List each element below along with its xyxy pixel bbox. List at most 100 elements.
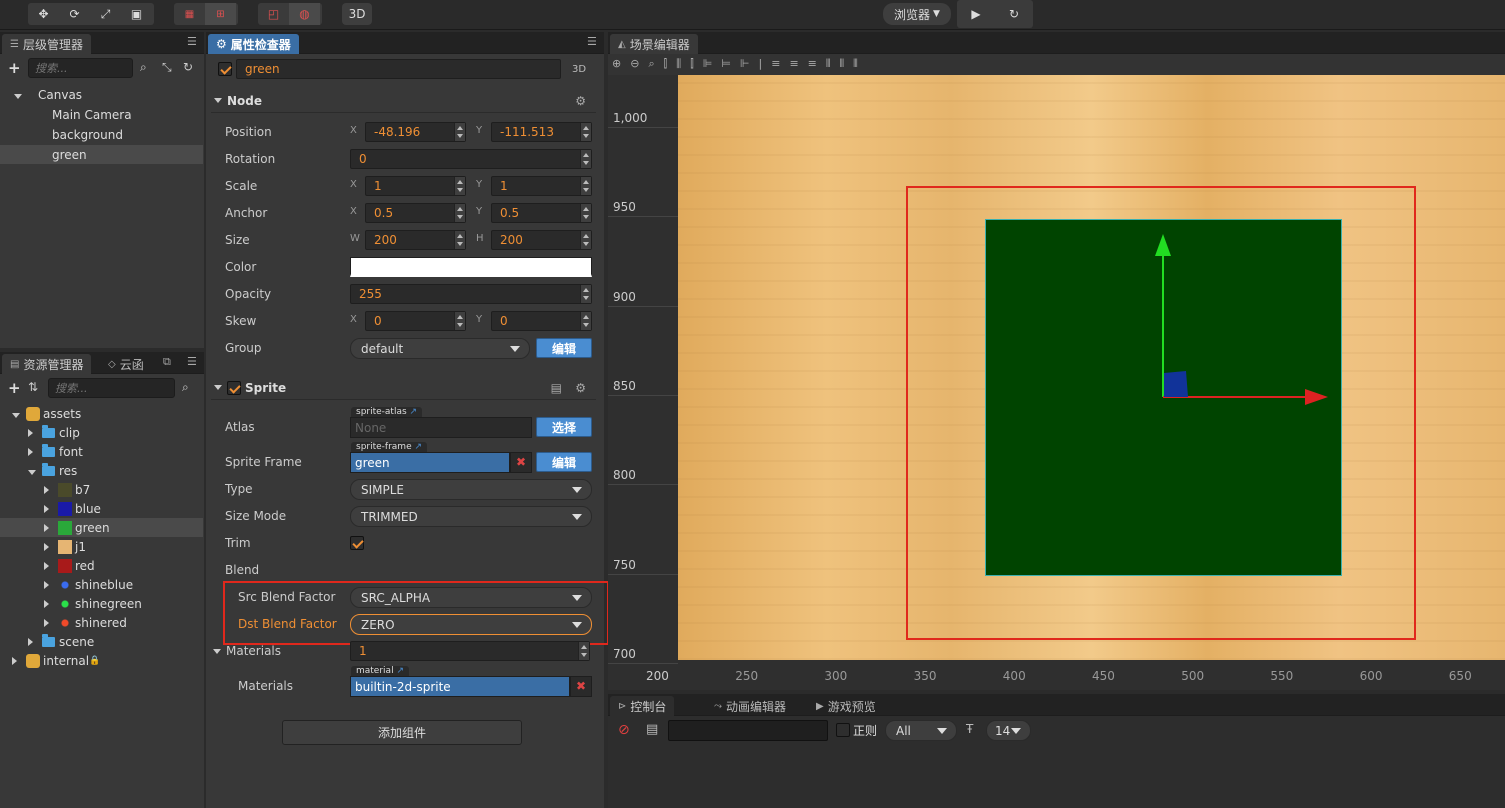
distribute-hcenter-icon[interactable]: ⫴ bbox=[840, 57, 845, 71]
menu-icon[interactable]: ☰ bbox=[187, 35, 197, 48]
trim-checkbox[interactable] bbox=[350, 536, 364, 550]
rotation-input[interactable]: 0 bbox=[350, 149, 592, 169]
caret-down-icon[interactable] bbox=[14, 93, 22, 99]
browser-select[interactable]: 浏览器 ▼ bbox=[883, 3, 951, 25]
caret-right-icon[interactable] bbox=[28, 445, 42, 459]
external-link-icon[interactable]: ↗ bbox=[414, 442, 422, 452]
hierarchy-search-input[interactable]: 搜索... bbox=[28, 58, 133, 78]
zoom-out-icon[interactable]: ⊖ bbox=[630, 57, 639, 70]
materials-header[interactable]: Materials bbox=[213, 644, 281, 658]
size-h-input[interactable]: 200 bbox=[491, 230, 592, 250]
distribute-vcenter-icon[interactable]: ≡ bbox=[789, 57, 798, 70]
distribute-left-icon[interactable]: ⫴ bbox=[826, 57, 831, 71]
caret-right-icon[interactable] bbox=[44, 597, 58, 611]
align-left-icon[interactable]: ⊫ bbox=[703, 57, 713, 70]
tab-cloud-function[interactable]: ◇ 云函 bbox=[100, 354, 152, 374]
node-name-input[interactable]: green bbox=[236, 59, 561, 79]
popout-icon[interactable]: ⧉ bbox=[163, 355, 171, 369]
stepper-icon[interactable] bbox=[580, 312, 591, 330]
caret-right-icon[interactable] bbox=[28, 426, 42, 440]
node-section-header[interactable]: Node ⚙ bbox=[211, 89, 596, 113]
asset-item[interactable]: scene bbox=[0, 632, 203, 651]
align-vcenter-icon[interactable]: ⫼ bbox=[676, 57, 681, 71]
sprite-frame-field[interactable]: green bbox=[350, 452, 510, 473]
asset-item[interactable]: res bbox=[0, 461, 203, 480]
hierarchy-node[interactable]: background bbox=[0, 125, 203, 144]
distribute-bottom-icon[interactable]: ≡ bbox=[808, 57, 817, 70]
caret-right-icon[interactable] bbox=[44, 559, 58, 573]
stepper-icon[interactable] bbox=[454, 204, 465, 222]
caret-right-icon[interactable] bbox=[12, 654, 26, 668]
anchor-x-input[interactable]: 0.5 bbox=[365, 203, 466, 223]
materials-count-input[interactable]: 1 bbox=[350, 641, 590, 661]
asset-item[interactable]: shinegreen bbox=[0, 594, 203, 613]
help-book-icon[interactable]: ▤ bbox=[551, 381, 562, 395]
gear-icon[interactable]: ⚙ bbox=[575, 381, 586, 395]
asset-item[interactable]: font bbox=[0, 442, 203, 461]
asset-item[interactable]: red bbox=[0, 556, 203, 575]
stepper-icon[interactable] bbox=[580, 123, 591, 141]
add-icon[interactable]: + bbox=[8, 59, 21, 77]
global-icon[interactable]: ◍ bbox=[289, 3, 320, 25]
clear-icon[interactable]: ✖ bbox=[570, 676, 592, 697]
asset-item[interactable]: j1 bbox=[0, 537, 203, 556]
asset-item[interactable]: shineblue bbox=[0, 575, 203, 594]
tab-game-preview[interactable]: ▶ 游戏预览 bbox=[808, 696, 884, 716]
tab-assets[interactable]: ▤ 资源管理器 bbox=[2, 354, 92, 374]
material-field[interactable]: builtin-2d-sprite bbox=[350, 676, 570, 697]
move-icon[interactable]: ✥ bbox=[28, 3, 59, 25]
hierarchy-node[interactable]: Canvas bbox=[0, 85, 203, 104]
sort-icon[interactable]: ⇅ bbox=[28, 380, 38, 394]
play-icon[interactable]: ▶ bbox=[957, 0, 995, 28]
tab-animation-editor[interactable]: ⤳ 动画编辑器 bbox=[706, 696, 794, 716]
stepper-icon[interactable] bbox=[454, 231, 465, 249]
select-atlas-button[interactable]: 选择 bbox=[536, 417, 592, 437]
align-right-icon[interactable]: ⊩ bbox=[740, 57, 750, 70]
assets-search-input[interactable]: 搜索... bbox=[48, 378, 175, 398]
node-active-checkbox[interactable] bbox=[218, 62, 232, 76]
local-icon[interactable]: ◰ bbox=[258, 3, 289, 25]
stepper-icon[interactable] bbox=[454, 177, 465, 195]
scale-icon[interactable]: ⤢ bbox=[90, 3, 121, 25]
tab-console[interactable]: ⊳ 控制台 bbox=[610, 696, 675, 716]
color-swatch[interactable] bbox=[350, 257, 592, 277]
size-mode-select[interactable]: TRIMMED bbox=[350, 506, 592, 527]
open-log-icon[interactable]: ▤ bbox=[646, 722, 658, 737]
caret-right-icon[interactable] bbox=[44, 502, 58, 516]
add-icon[interactable]: + bbox=[8, 379, 21, 397]
edit-sprite-frame-button[interactable]: 编辑 bbox=[536, 452, 592, 472]
console-filter-input[interactable] bbox=[668, 720, 828, 741]
refresh-icon[interactable]: ↻ bbox=[995, 0, 1033, 28]
caret-right-icon[interactable] bbox=[44, 540, 58, 554]
caret-right-icon[interactable] bbox=[44, 483, 58, 497]
asset-item[interactable]: internal 🔒 bbox=[0, 651, 203, 670]
size-w-input[interactable]: 200 bbox=[365, 230, 466, 250]
stepper-icon[interactable] bbox=[580, 285, 591, 303]
gear-icon[interactable]: ⚙ bbox=[575, 94, 586, 108]
group-select[interactable]: default bbox=[350, 338, 530, 359]
menu-icon[interactable]: ☰ bbox=[187, 355, 197, 368]
caret-right-icon[interactable] bbox=[44, 616, 58, 630]
stepper-icon[interactable] bbox=[454, 123, 465, 141]
caret-right-icon[interactable] bbox=[44, 578, 58, 592]
zoom-in-icon[interactable]: ⊕ bbox=[612, 57, 621, 70]
align-hcenter-icon[interactable]: ⊨ bbox=[721, 57, 731, 70]
sprite-section-header[interactable]: Sprite ▤ ⚙ bbox=[211, 376, 596, 400]
stepper-icon[interactable] bbox=[580, 204, 591, 222]
asset-item[interactable]: blue bbox=[0, 499, 203, 518]
search-icon[interactable]: ⌕ bbox=[182, 380, 189, 395]
anchor-icon[interactable]: ⊞ bbox=[205, 3, 236, 25]
regex-checkbox[interactable] bbox=[836, 723, 850, 737]
tab-scene[interactable]: ◭ 场景编辑器 bbox=[610, 34, 698, 54]
caret-down-icon[interactable] bbox=[12, 407, 26, 421]
stepper-icon[interactable] bbox=[578, 642, 589, 660]
caret-right-icon[interactable] bbox=[28, 635, 42, 649]
distribute-top-icon[interactable]: ≡ bbox=[771, 57, 780, 70]
add-component-button[interactable]: 添加组件 bbox=[282, 720, 522, 745]
external-link-icon[interactable]: ↗ bbox=[410, 407, 418, 417]
collapse-icon[interactable]: ⤡ bbox=[162, 60, 172, 75]
skew-x-input[interactable]: 0 bbox=[365, 311, 466, 331]
type-select[interactable]: SIMPLE bbox=[350, 479, 592, 500]
tab-inspector[interactable]: ⚙ 属性检查器 bbox=[208, 34, 299, 54]
caret-right-icon[interactable] bbox=[44, 521, 58, 535]
